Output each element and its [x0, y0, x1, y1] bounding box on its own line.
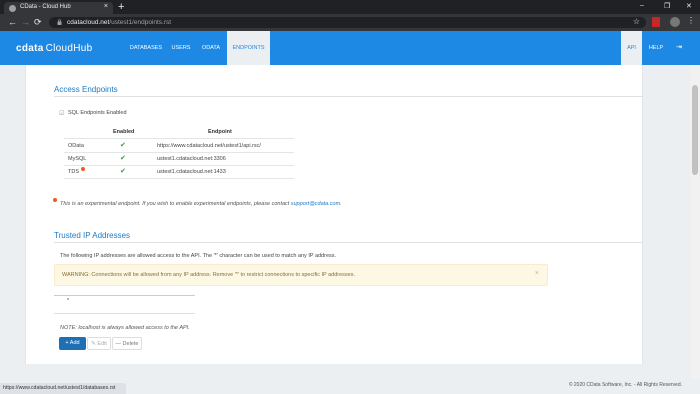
ip-list-top-rule — [54, 295, 195, 296]
check-icon: ✔ — [120, 168, 126, 175]
add-ip-button[interactable]: + Add — [59, 337, 86, 350]
warning-text: WARNING: Connections will be allowed fro… — [62, 272, 356, 278]
check-icon: ✔ — [120, 142, 126, 149]
app-header: cdata CloudHub DATABASES USERS ODATA ENDP… — [0, 31, 700, 65]
reload-button[interactable]: ⟳ — [34, 17, 42, 27]
new-tab-button[interactable]: + — [118, 1, 124, 13]
table-row-rule — [64, 152, 294, 153]
column-header-endpoint: Endpoint — [208, 129, 232, 135]
browser-menu-icon[interactable]: ⋮ — [687, 16, 695, 25]
endpoint-name-mysql: MySQL — [68, 156, 87, 162]
browser-tab[interactable]: CData - Cloud Hub × — [4, 2, 113, 14]
cdata-logo[interactable]: cdata CloudHub — [16, 43, 93, 54]
check-icon: ✔ — [120, 155, 126, 162]
scrollbar-thumb[interactable] — [692, 85, 698, 175]
logout-icon[interactable]: ⇥ — [670, 31, 688, 65]
forward-button[interactable]: → — [21, 17, 30, 27]
endpoint-url-odata: https://www.cdatacloud.net/ustest1/api.r… — [157, 143, 261, 149]
lock-icon — [57, 19, 62, 25]
nav-endpoints[interactable]: ENDPOINTS — [227, 31, 270, 65]
endpoint-url-mysql: ustest1.cdatacloud.net:3306 — [157, 156, 226, 162]
close-window-button[interactable]: ✕ — [686, 2, 692, 10]
page-scrollbar[interactable] — [690, 65, 700, 379]
profile-avatar[interactable] — [670, 17, 680, 27]
experimental-dot-icon — [81, 167, 85, 171]
endpoint-url-tds: ustest1.cdatacloud.net:1433 — [157, 169, 226, 175]
address-bar[interactable]: cdatacloud.net/ustest1/endpoints.rst ☆ — [49, 17, 646, 28]
url-text: cdatacloud.net/ustest1/endpoints.rst — [67, 19, 172, 26]
copyright-text: © 2020 CData Software, Inc. - All Rights… — [568, 382, 682, 388]
section-divider — [54, 242, 643, 243]
endpoint-name-odata: OData — [68, 143, 84, 149]
support-email-link[interactable]: support@cdata.com — [291, 201, 340, 207]
ip-list-bottom-rule — [54, 313, 195, 314]
favicon-icon — [9, 5, 16, 12]
access-endpoints-title: Access Endpoints — [54, 85, 118, 94]
experimental-dot-icon — [53, 198, 57, 202]
nav-odata[interactable]: ODATA — [197, 31, 225, 65]
table-row-rule — [64, 165, 294, 166]
trusted-ip-description: The following IP addresses are allowed a… — [60, 253, 337, 259]
sql-enabled-checkbox[interactable]: ☑ — [59, 110, 64, 117]
tab-title: CData - Cloud Hub — [20, 4, 71, 10]
browser-toolbar: ← → ⟳ cdatacloud.net/ustest1/endpoints.r… — [0, 14, 700, 31]
close-icon[interactable]: × — [535, 270, 539, 277]
localhost-note: NOTE: localhost is always allowed access… — [60, 325, 190, 331]
minimize-window-button[interactable]: – — [640, 2, 644, 9]
bookmark-star-icon[interactable]: ☆ — [633, 17, 640, 26]
nav-api[interactable]: API — [621, 31, 642, 65]
nav-users[interactable]: USERS — [168, 31, 194, 65]
table-row-rule — [64, 178, 294, 179]
table-header-rule — [64, 138, 294, 139]
experimental-note: This is an experimental endpoint. If you… — [60, 201, 342, 207]
ip-list-item[interactable]: * — [67, 298, 69, 304]
edit-ip-button[interactable]: ✎ Edit — [87, 337, 111, 350]
tab-close-icon[interactable]: × — [104, 3, 108, 10]
any-ip-warning: WARNING: Connections will be allowed fro… — [54, 264, 548, 286]
browser-status-url: https://www.cdatacloud.net/ustest1/datab… — [0, 383, 126, 394]
delete-ip-button[interactable]: — Delete — [112, 337, 142, 350]
nav-help[interactable]: HELP — [645, 31, 667, 65]
browser-tab-bar: CData - Cloud Hub × + – ❐ ✕ — [0, 0, 700, 14]
maximize-window-button[interactable]: ❐ — [664, 2, 670, 10]
pdf-extension-icon[interactable] — [652, 17, 660, 27]
nav-databases[interactable]: DATABASES — [126, 31, 166, 65]
trusted-ip-title: Trusted IP Addresses — [54, 231, 131, 240]
column-header-enabled: Enabled — [113, 129, 135, 135]
sql-enabled-label: SQL Endpoints Enabled — [68, 110, 127, 116]
section-divider — [54, 96, 643, 97]
back-button[interactable]: ← — [8, 17, 17, 27]
endpoint-name-tds: TDS — [68, 169, 79, 175]
